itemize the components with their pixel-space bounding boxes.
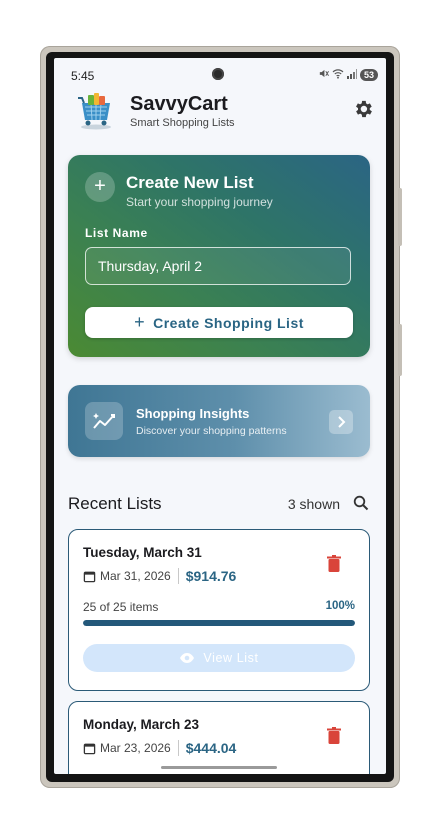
list-name-label: List Name — [85, 226, 148, 240]
battery-indicator: 53 — [359, 69, 378, 81]
signal-icon — [346, 68, 357, 82]
wifi-icon — [332, 68, 344, 82]
status-time: 5:45 — [71, 69, 95, 83]
cart-logo-icon — [76, 90, 116, 130]
chevron-right-icon — [329, 410, 353, 434]
search-button[interactable] — [352, 494, 370, 512]
plus-icon: + — [85, 172, 115, 202]
insights-subtitle: Discover your shopping patterns — [136, 425, 287, 437]
list-title: Monday, March 23 — [83, 717, 200, 732]
calendar-icon — [83, 571, 96, 582]
plus-icon: + — [134, 312, 146, 332]
recent-lists-header: Recent Lists 3 shown — [68, 492, 370, 516]
trash-icon — [327, 555, 341, 572]
list-card[interactable]: Tuesday, March 31 Mar 31, 2026 $914.76 2… — [68, 529, 370, 691]
list-total: $444.04 — [185, 740, 237, 756]
create-shopping-list-button[interactable]: + Create Shopping List — [85, 307, 353, 338]
search-icon — [353, 495, 369, 511]
app-screen: 5:45 53 SavvyCart Smart Shopping Lists +… — [54, 58, 386, 774]
settings-button[interactable] — [352, 98, 374, 120]
gear-icon — [356, 100, 372, 118]
recent-lists-title: Recent Lists — [68, 494, 162, 513]
shopping-insights-card[interactable]: Shopping Insights Discover your shopping… — [68, 385, 370, 457]
meta-divider — [177, 740, 179, 756]
progress-bar — [83, 620, 355, 626]
list-meta: Mar 31, 2026 $914.76 — [83, 568, 236, 584]
insights-title: Shopping Insights — [136, 406, 250, 421]
items-progress-text: 25 of 25 items — [83, 600, 159, 614]
status-bar: 5:45 53 — [54, 58, 386, 88]
status-icons: 53 — [318, 68, 378, 82]
progress-bar-fill — [83, 620, 355, 626]
create-list-card: + Create New List Start your shopping jo… — [68, 155, 370, 357]
list-total: $914.76 — [185, 568, 237, 584]
list-name-input[interactable] — [85, 247, 351, 285]
meta-divider — [177, 568, 179, 584]
create-card-title: Create New List — [126, 173, 254, 192]
power-button — [398, 324, 402, 376]
app-title: SavvyCart — [130, 93, 228, 115]
recent-lists-count: 3 shown — [287, 496, 340, 512]
calendar-icon — [83, 743, 96, 754]
create-card-subtitle: Start your shopping journey — [126, 195, 273, 209]
progress-percent: 100% — [325, 600, 355, 612]
trash-icon — [327, 727, 341, 744]
list-date: Mar 31, 2026 — [100, 569, 171, 583]
app-subtitle: Smart Shopping Lists — [130, 117, 235, 129]
eye-icon — [180, 653, 195, 663]
gesture-navigation-bar[interactable] — [161, 766, 277, 769]
view-list-label: View List — [203, 651, 259, 665]
mute-icon — [318, 68, 329, 82]
list-title: Tuesday, March 31 — [83, 545, 202, 560]
volume-button — [398, 188, 402, 246]
create-button-label: Create Shopping List — [153, 314, 304, 331]
delete-list-button[interactable] — [325, 554, 343, 574]
list-date: Mar 23, 2026 — [100, 741, 171, 755]
view-list-button[interactable]: View List — [83, 644, 355, 672]
app-header: SavvyCart Smart Shopping Lists — [54, 88, 386, 134]
list-meta: Mar 23, 2026 $444.04 — [83, 740, 236, 756]
list-card[interactable]: Monday, March 23 Mar 23, 2026 $444.04 — [68, 701, 370, 774]
delete-list-button[interactable] — [325, 726, 343, 746]
front-camera — [212, 68, 224, 80]
trend-icon — [85, 402, 123, 440]
